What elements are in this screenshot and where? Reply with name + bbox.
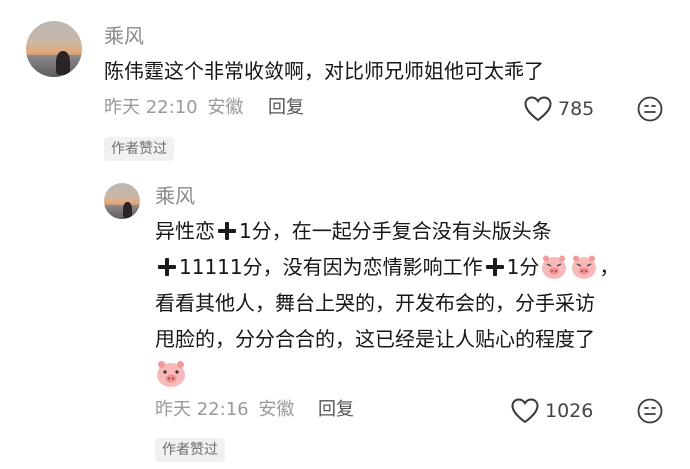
pig-face-emoji <box>157 361 185 387</box>
pig-face-emoji <box>542 255 567 279</box>
text-segment: 11111分，没有因为恋情影响工作 <box>179 255 483 279</box>
comment-text: 陈伟霆这个非常收敛啊，对比师兄师姐他可太乖了 <box>104 59 544 83</box>
text-segment: ， <box>599 255 620 279</box>
comment-time: 昨天 22:16 <box>155 399 249 420</box>
username[interactable]: 乘风 <box>104 26 144 46</box>
emoji-reply-button[interactable] <box>637 96 663 126</box>
heavy-plus-emoji <box>157 257 177 277</box>
emoji-face-icon <box>637 398 663 424</box>
heart-outline-icon <box>524 96 552 122</box>
like-button[interactable]: 1026 <box>511 398 593 424</box>
comment-text-line: 甩脸的，分分合合的，这已经是让人贴心的程度了 <box>155 327 595 351</box>
comment-meta: 昨天 22:16 安徽 <box>155 401 294 419</box>
heavy-plus-emoji <box>217 221 237 241</box>
text-segment: 异性恋 <box>155 219 215 243</box>
like-button[interactable]: 785 <box>524 96 594 122</box>
heart-outline-icon <box>511 398 539 424</box>
comment-location: 安徽 <box>207 97 244 118</box>
heavy-plus-emoji <box>485 257 505 277</box>
emoji-face-icon <box>637 96 663 122</box>
comment-time: 昨天 22:10 <box>104 97 198 118</box>
comment-text-line: 看看其他人，舞台上哭的，开发布会的，分手采访 <box>155 291 595 315</box>
author-liked-badge: 作者赞过 <box>155 438 225 462</box>
text-segment: 1分 <box>506 255 540 279</box>
avatar[interactable] <box>104 183 140 219</box>
avatar[interactable] <box>26 21 82 77</box>
text-segment: 1分，在一起分手复合没有头版头条 <box>239 219 552 243</box>
like-count: 785 <box>558 97 595 120</box>
pig-face-emoji <box>572 255 597 279</box>
author-liked-badge: 作者赞过 <box>104 137 174 161</box>
comment-meta: 昨天 22:10 安徽 <box>104 99 243 117</box>
username[interactable]: 乘风 <box>155 186 195 206</box>
reply-button[interactable]: 回复 <box>268 99 304 117</box>
comment-text-line: 异性恋 1分，在一起分手复合没有头版头条 <box>155 213 552 249</box>
comment-text-line: 11111分，没有因为恋情影响工作 1分 ， <box>155 249 619 285</box>
comment-location: 安徽 <box>258 399 295 420</box>
emoji-reply-button[interactable] <box>637 398 663 428</box>
like-count: 1026 <box>545 399 594 422</box>
reply-button[interactable]: 回复 <box>318 401 354 419</box>
